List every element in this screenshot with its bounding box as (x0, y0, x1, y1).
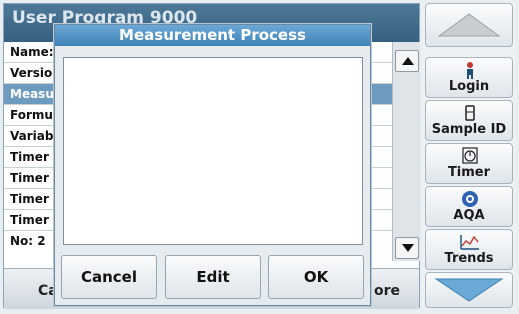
ok-button[interactable]: OK (268, 255, 364, 299)
bottom-right-button[interactable]: ore (374, 283, 400, 299)
cancel-button[interactable]: Cancel (61, 255, 157, 299)
measurement-process-dialog: Measurement Process Cancel Edit OK (54, 24, 371, 306)
arrow-down-icon (434, 278, 504, 302)
chart-icon (460, 235, 479, 250)
timer-label: Timer (447, 165, 491, 180)
login-label: Login (448, 79, 490, 94)
dialog-content-area[interactable] (63, 57, 363, 245)
scroll-up-button[interactable] (395, 50, 419, 72)
person-icon (467, 62, 473, 79)
sample-id-button[interactable]: Sample ID (425, 100, 513, 141)
beaker-icon (465, 105, 475, 121)
triangle-down-icon (402, 244, 414, 252)
arrow-up-icon (437, 13, 501, 37)
timer-icon (462, 147, 478, 164)
sidebar: Login Sample ID Timer AQA Trends (422, 3, 516, 308)
aqa-button[interactable]: AQA (425, 186, 513, 227)
login-button[interactable]: Login (425, 57, 513, 98)
scroll-down-nav-button[interactable] (425, 272, 513, 308)
scroll-down-button[interactable] (395, 237, 419, 259)
sample-id-label: Sample ID (431, 122, 507, 137)
timer-button[interactable]: Timer (425, 143, 513, 184)
trends-button[interactable]: Trends (425, 229, 513, 270)
edit-button[interactable]: Edit (165, 255, 261, 299)
trends-label: Trends (444, 251, 494, 266)
triangle-up-icon (402, 57, 414, 65)
aqa-label: AQA (453, 208, 485, 223)
dialog-title: Measurement Process (55, 25, 370, 46)
scroll-up-nav-button[interactable] (425, 3, 513, 47)
list-scrollbar[interactable] (392, 42, 420, 261)
screen: User Program 9000 Name: Version Measu Fo… (0, 0, 519, 314)
aqa-icon (462, 191, 478, 207)
